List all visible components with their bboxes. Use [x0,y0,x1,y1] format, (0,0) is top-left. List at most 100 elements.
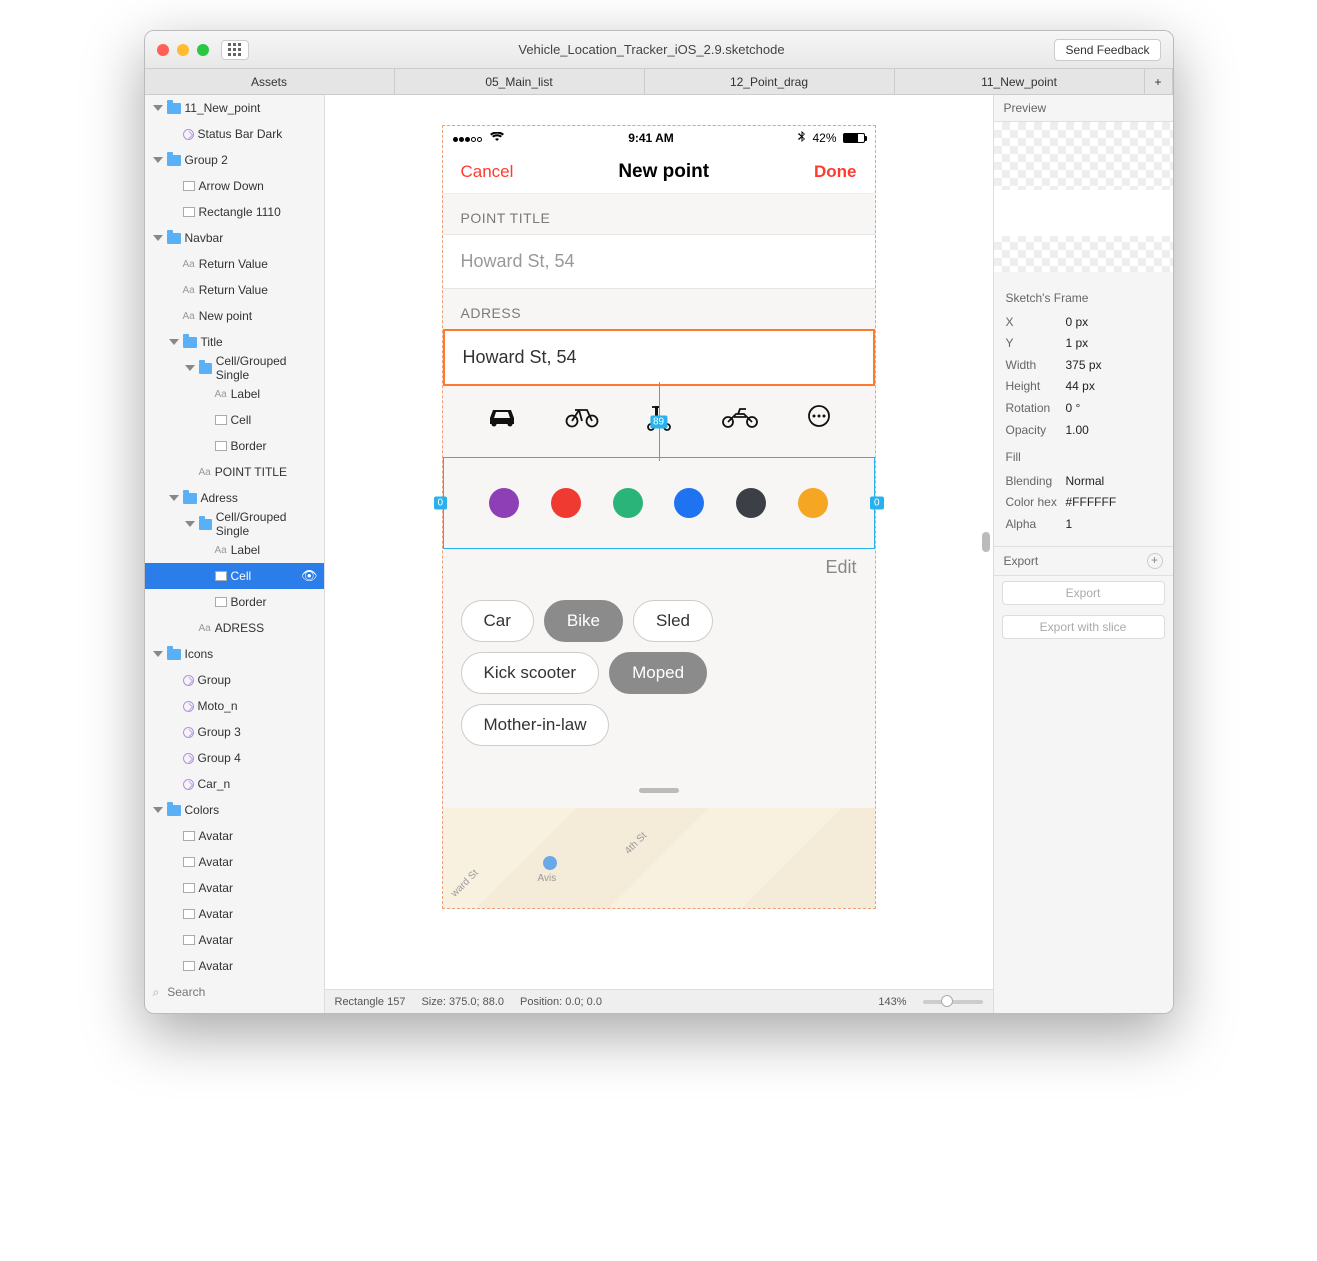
layer-row[interactable]: Cell [145,407,324,433]
layer-row[interactable]: Avatar [145,823,324,849]
car-icon[interactable] [486,404,518,439]
layer-row[interactable]: Arrow Down [145,173,324,199]
layer-row[interactable]: Group 3 [145,719,324,745]
color-swatch[interactable] [613,488,643,518]
done-button[interactable]: Done [814,162,857,182]
layer-row[interactable]: Group 2 [145,147,324,173]
map-view[interactable]: 4th St Avis ward St [443,808,875,908]
tab-12-point-drag[interactable]: 12_Point_drag [645,69,895,94]
address-field[interactable]: Howard St, 54 [443,329,875,386]
more-icon[interactable] [807,404,831,439]
export-button[interactable]: Export [1002,581,1165,605]
zoom-slider[interactable] [923,1000,983,1004]
prop-value: 375 px [1066,355,1102,377]
element-size: Size: 375.0; 88.0 [421,996,504,1008]
disclosure-icon[interactable] [153,807,163,813]
maximize-icon[interactable] [197,44,209,56]
close-icon[interactable] [157,44,169,56]
layer-row[interactable]: Avatar [145,901,324,927]
disclosure-icon[interactable] [153,235,163,241]
layer-row[interactable]: Border [145,589,324,615]
tag-kick-scooter[interactable]: Kick scooter [461,652,600,694]
tab-assets[interactable]: Assets [145,69,395,94]
layer-row[interactable]: Group [145,667,324,693]
disclosure-icon[interactable] [153,157,163,163]
disclosure-icon[interactable] [169,495,179,501]
layer-row[interactable]: AaADRESS [145,615,324,641]
apps-grid-button[interactable] [221,40,249,60]
layer-row[interactable]: Group 4 [145,745,324,771]
layer-row[interactable]: AaLabel [145,381,324,407]
layer-row[interactable]: Avatar [145,927,324,953]
layer-row[interactable]: Navbar [145,225,324,251]
cancel-button[interactable]: Cancel [461,162,514,182]
layer-row[interactable]: Moto_n [145,693,324,719]
layer-row[interactable]: Cell👁 [145,563,324,589]
layer-row[interactable]: Rectangle 1110 [145,199,324,225]
layer-row[interactable]: Title [145,329,324,355]
minimize-icon[interactable] [177,44,189,56]
disclosure-icon[interactable] [185,521,195,527]
layer-row[interactable]: Colors [145,797,324,823]
status-time: 9:41 AM [504,131,799,145]
layer-row[interactable]: Avatar [145,849,324,875]
prop-value: Normal [1066,471,1105,493]
color-swatch[interactable] [674,488,704,518]
text-layer-icon: Aa [199,623,211,634]
layer-row[interactable]: Border [145,433,324,459]
tag-sled[interactable]: Sled [633,600,713,642]
color-swatch[interactable] [551,488,581,518]
layer-row[interactable]: Status Bar Dark [145,121,324,147]
tab-11-new-point[interactable]: 11_New_point [895,69,1145,94]
symbol-icon [183,727,194,738]
sheet-drag-handle[interactable] [443,760,875,808]
tag-bike[interactable]: Bike [544,600,623,642]
layer-row[interactable]: AaReturn Value [145,277,324,303]
layer-row[interactable]: Adress [145,485,324,511]
layer-row[interactable]: 11_New_point [145,95,324,121]
color-swatch[interactable] [798,488,828,518]
canvas-scroll[interactable]: 9:41 AM 42% Cancel New point Done [325,95,993,989]
layer-row[interactable]: Car_n [145,771,324,797]
disclosure-icon[interactable] [153,105,163,111]
layer-row[interactable]: AaNew point [145,303,324,329]
add-tab-button[interactable]: + [1145,69,1173,94]
layer-row[interactable]: AaLabel [145,537,324,563]
disclosure-icon[interactable] [185,365,195,371]
layer-label: Group 3 [198,725,241,739]
send-feedback-button[interactable]: Send Feedback [1054,39,1160,61]
tag-moped[interactable]: Moped [609,652,707,694]
layer-row[interactable]: Cell/Grouped Single [145,355,324,381]
export-with-slice-button[interactable]: Export with slice [1002,615,1165,639]
status-bar-bottom: Rectangle 157 Size: 375.0; 88.0 Position… [325,989,993,1013]
color-swatch[interactable] [736,488,766,518]
selection-handle-left[interactable]: 0 [434,497,448,510]
search-input[interactable] [167,985,315,999]
add-export-button[interactable]: + [1147,553,1163,569]
wifi-icon [490,131,504,145]
disclosure-icon[interactable] [153,651,163,657]
bike-icon[interactable] [565,404,599,439]
edit-link[interactable]: Edit [443,549,875,586]
visibility-icon[interactable]: 👁 [301,568,318,584]
canvas-scrollbar[interactable] [979,95,993,989]
shape-icon [183,857,195,867]
color-swatch[interactable] [489,488,519,518]
motorcycle-icon[interactable] [720,404,760,439]
layer-row[interactable]: Avatar [145,875,324,901]
tag-car[interactable]: Car [461,600,534,642]
layer-row[interactable]: Icons [145,641,324,667]
point-title-field[interactable]: Howard St, 54 [443,234,875,289]
layer-row[interactable]: Cell/Grouped Single [145,511,324,537]
disclosure-icon[interactable] [169,339,179,345]
layer-row[interactable]: AaReturn Value [145,251,324,277]
address-label: ADRESS [443,289,875,329]
layers-sidebar[interactable]: 11_New_pointStatus Bar DarkGroup 2Arrow … [145,95,325,1013]
layer-label: POINT TITLE [215,465,287,479]
tab-05-main-list[interactable]: 05_Main_list [395,69,645,94]
selection-handle-right[interactable]: 0 [870,497,884,510]
layer-row[interactable]: Avatar [145,953,324,979]
layer-row[interactable]: AaPOINT TITLE [145,459,324,485]
prop-value: 1 px [1066,333,1089,355]
tag-mother-in-law[interactable]: Mother-in-law [461,704,610,746]
